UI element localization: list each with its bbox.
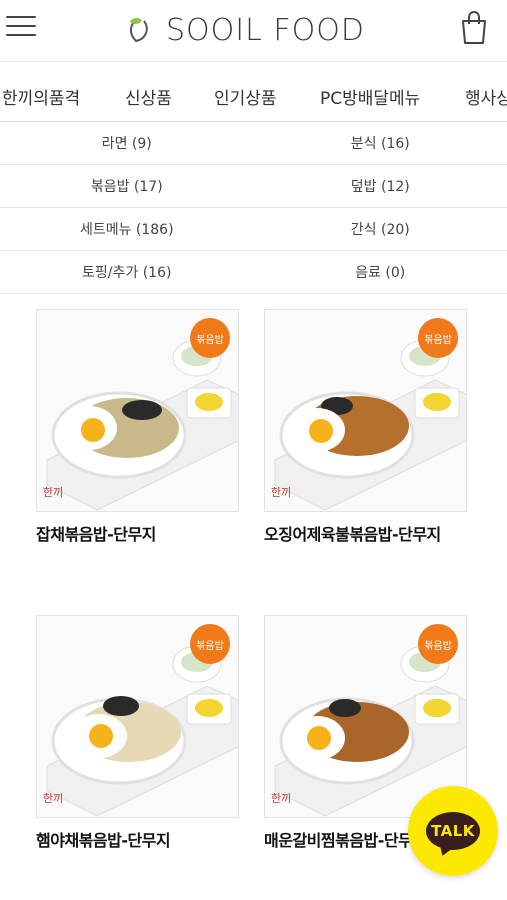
subcategory-set-menu[interactable]: 세트메뉴 (186) [0,208,254,250]
svg-text:한끼: 한끼 [271,792,291,805]
svg-text:한끼: 한끼 [43,792,63,805]
svg-text:한끼: 한끼 [271,486,291,499]
subcategory-rice-bowl[interactable]: 덮밥 (12) [254,165,507,207]
subcategory-toppings[interactable]: 토핑/추가 (16) [0,251,254,293]
category-tabs: 한끼의품격 신상품 인기상품 PC방배달메뉴 행사상품 [0,62,507,122]
shopping-bag-icon[interactable] [458,10,490,46]
product-image[interactable]: 한끼 볶음밥 [36,615,239,818]
product-card[interactable]: 한끼 볶음밥 잡채볶음밥-단무지 [36,309,239,545]
subcategory-fried-rice[interactable]: 볶음밥 (17) [0,165,254,207]
subcategory-grid: 라면 (9) 분식 (16) 볶음밥 (17) 덮밥 (12) 세트메뉴 (18… [0,122,507,294]
hamburger-menu-icon[interactable] [6,12,38,40]
logo-text: SOOIL FOOD [166,12,365,48]
tab-popular[interactable]: 인기상품 [214,84,277,109]
product-card[interactable]: 한끼 볶음밥 오징어제육불볶음밥-단무지 [264,309,467,545]
subcategory-drinks[interactable]: 음료 (0) [254,251,507,293]
tab-new[interactable]: 신상품 [125,84,172,109]
product-card[interactable]: 한끼 볶음밥 햄야채볶음밥-단무지 [36,615,239,851]
category-badge: 볶음밥 [190,318,230,358]
product-name[interactable]: 오징어제육불볶음밥-단무지 [264,521,467,545]
subcategory-ramen[interactable]: 라면 (9) [0,122,254,164]
chat-bubble-icon: TALK [426,812,480,850]
category-badge: 볶음밥 [418,624,458,664]
category-badge: 볶음밥 [418,318,458,358]
talk-label: TALK [431,822,475,840]
product-name[interactable]: 햄야채볶음밥-단무지 [36,827,239,851]
product-name[interactable]: 잡채볶음밥-단무지 [36,521,239,545]
app-header: SOOIL FOOD [0,0,507,62]
category-badge: 볶음밥 [190,624,230,664]
tab-pc-delivery[interactable]: PC방배달메뉴 [320,84,420,109]
product-image[interactable]: 한끼 볶음밥 [264,615,467,818]
tab-premium[interactable]: 한끼의품격 [2,84,80,109]
logo[interactable]: SOOIL FOOD [124,10,365,50]
product-image[interactable]: 한끼 볶음밥 [36,309,239,512]
subcategory-snacks[interactable]: 간식 (20) [254,208,507,250]
svg-text:한끼: 한끼 [43,486,63,499]
leaf-logo-icon [130,18,148,43]
kakao-talk-button[interactable]: TALK [408,786,498,876]
tab-event[interactable]: 행사상품 [465,84,507,109]
subcategory-snack-food[interactable]: 분식 (16) [254,122,507,164]
product-image[interactable]: 한끼 볶음밥 [264,309,467,512]
